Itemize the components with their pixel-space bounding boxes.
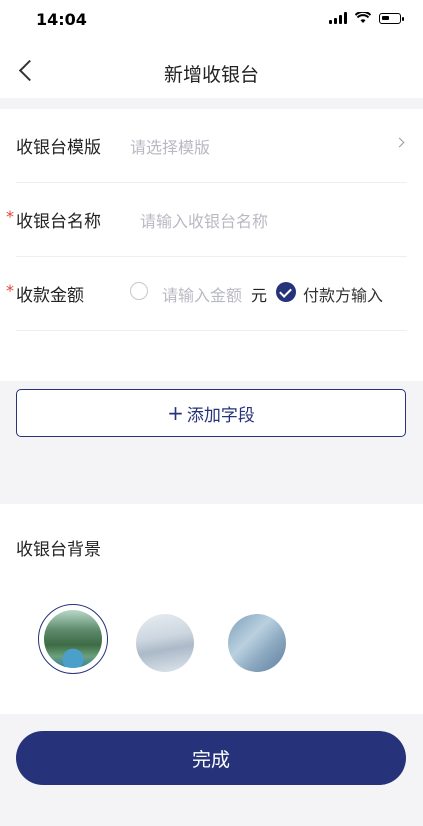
background-title: 收银台背景 <box>16 540 101 560</box>
battery-level <box>382 15 389 20</box>
background-option-ocean-ship[interactable] <box>228 614 286 672</box>
required-mark: * <box>6 207 14 226</box>
status-bar: 14:04 <box>0 0 423 44</box>
template-label: 收银台模版 <box>16 138 101 158</box>
payer-input-radio[interactable] <box>276 282 296 302</box>
required-mark: * <box>6 281 14 300</box>
background-option-snow-mountain[interactable] <box>136 614 194 672</box>
page-title: 新增收银台 <box>163 64 259 86</box>
nav-bar: 新增收银台 <box>0 44 423 98</box>
battery-icon <box>379 12 404 24</box>
background-option-mountain-lake[interactable] <box>44 610 102 668</box>
wifi-icon <box>355 12 371 23</box>
add-field-button[interactable]: + 添加字段 <box>16 389 406 437</box>
amount-label: 收款金额 <box>16 286 84 306</box>
signal-icon <box>329 12 347 24</box>
add-field-label: 添加字段 <box>186 405 255 426</box>
name-row: * 收银台名称 请输入收银台名称 <box>6 183 407 257</box>
status-time: 14:04 <box>36 10 87 29</box>
background-card: 收银台背景 <box>0 504 423 714</box>
name-input[interactable]: 请输入收银台名称 <box>140 208 268 232</box>
status-icons <box>329 12 404 24</box>
amount-unit: 元 <box>251 286 268 305</box>
form-card: 收银台模版 请选择模版 * 收银台名称 请输入收银台名称 * 收款金额 请输入金… <box>0 109 423 381</box>
fixed-amount-radio[interactable] <box>130 282 148 300</box>
payer-input-label[interactable]: 付款方输入 <box>303 282 383 306</box>
amount-row: * 收款金额 请输入金额 元 付款方输入 <box>6 257 407 331</box>
done-button[interactable]: 完成 <box>16 731 406 785</box>
name-label: 收银台名称 <box>16 212 101 232</box>
amount-input[interactable]: 请输入金额 <box>162 282 242 306</box>
chevron-right-icon <box>394 137 405 148</box>
plus-icon: + <box>167 401 184 425</box>
template-row[interactable]: 收银台模版 请选择模版 <box>16 109 407 183</box>
template-select[interactable]: 请选择模版 <box>130 134 210 158</box>
